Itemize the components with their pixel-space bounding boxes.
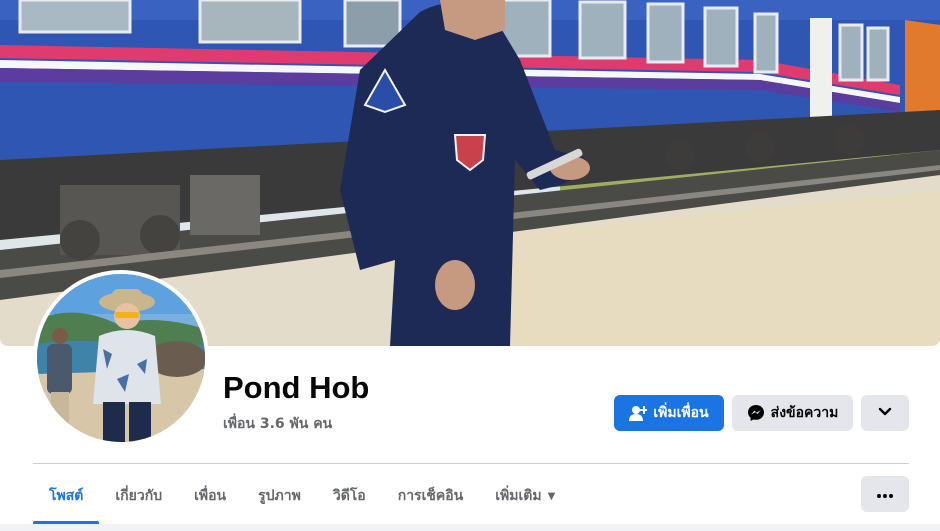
tab-friends[interactable]: เพื่อน — [178, 468, 242, 524]
ellipsis-icon — [877, 485, 893, 503]
add-friend-button[interactable]: เพิ่มเพื่อน — [614, 395, 724, 431]
tab-label: โพสต์ — [49, 488, 84, 504]
friend-count[interactable]: เพื่อน 3.6 พัน คน — [223, 413, 332, 435]
avatar-image — [37, 274, 205, 442]
tab-label: รูปภาพ — [258, 488, 301, 504]
tab-label: เกี่ยวกับ — [115, 488, 163, 504]
tab-posts[interactable]: โพสต์ — [33, 468, 100, 524]
profile-tabs: โพสต์ เกี่ยวกับ เพื่อน รูปภาพ วิดีโอ การ… — [33, 468, 571, 524]
tab-about[interactable]: เกี่ยวกับ — [99, 468, 178, 524]
profile-avatar[interactable] — [33, 270, 209, 446]
message-label: ส่งข้อความ — [770, 405, 839, 421]
tab-more[interactable]: เพิ่มเติม ▼ — [479, 468, 571, 524]
messenger-icon — [747, 404, 765, 422]
chevron-down-icon — [878, 405, 892, 421]
caret-down-icon: ▼ — [547, 490, 556, 502]
add-friend-label: เพิ่มเพื่อน — [653, 405, 709, 421]
message-button[interactable]: ส่งข้อความ — [732, 395, 853, 431]
profile-more-button[interactable] — [861, 395, 909, 431]
person-plus-icon — [629, 405, 648, 421]
page-background-strip — [0, 524, 940, 531]
tab-label: เพื่อน — [194, 488, 227, 504]
tab-label: การเช็คอิน — [397, 488, 464, 504]
tab-check-ins[interactable]: การเช็คอิน — [382, 468, 480, 524]
tab-label: เพิ่มเติม — [495, 488, 542, 504]
tab-photos[interactable]: รูปภาพ — [242, 468, 317, 524]
tab-label: วิดีโอ — [332, 488, 366, 504]
tab-menu-button[interactable] — [861, 476, 909, 512]
header-divider — [33, 463, 909, 464]
profile-name: Pond Hob — [223, 370, 370, 405]
tab-videos[interactable]: วิดีโอ — [317, 468, 382, 524]
